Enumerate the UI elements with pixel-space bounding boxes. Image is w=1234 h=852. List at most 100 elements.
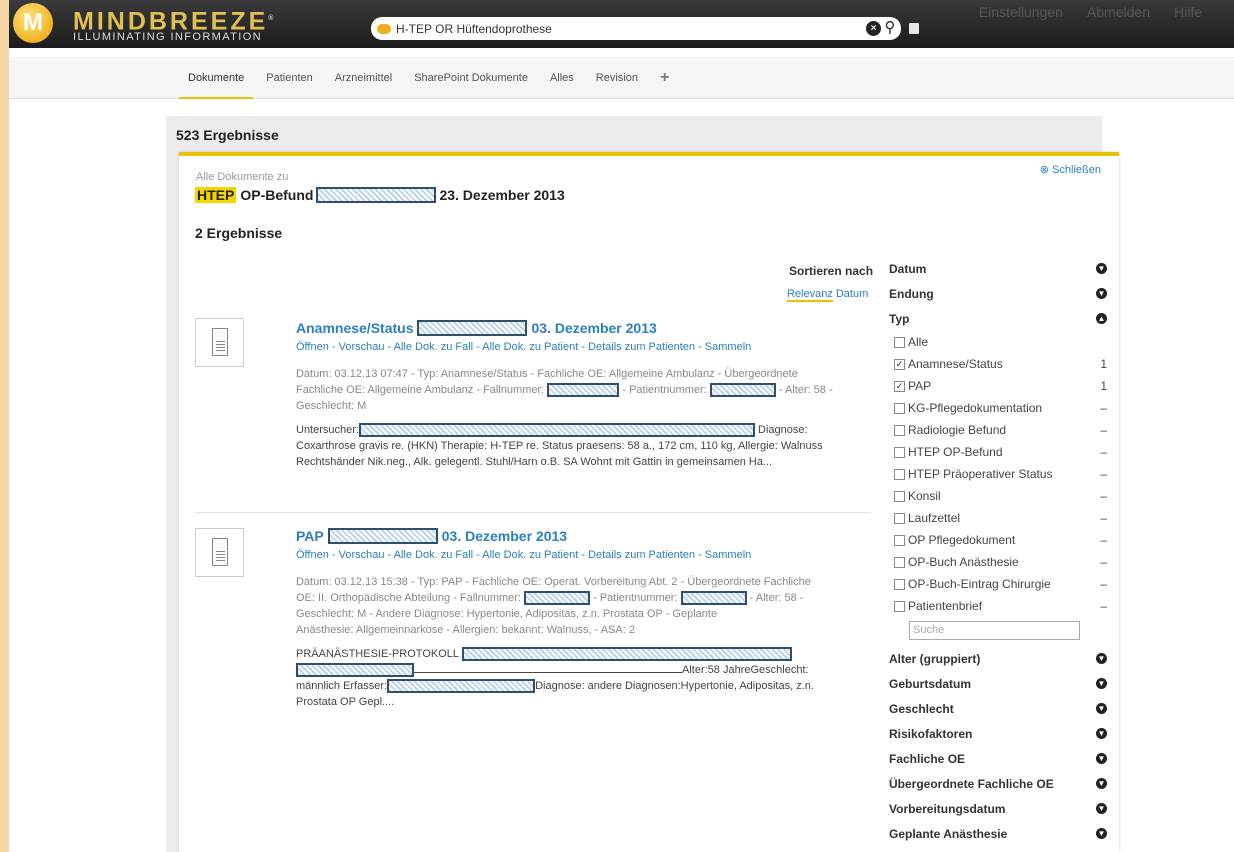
facet-option[interactable]: Alle [889,331,1119,353]
chevron-down-icon[interactable]: ▼ [1096,753,1107,764]
chevron-down-icon[interactable]: ▼ [1096,288,1107,299]
title-highlight: HTEP [195,187,237,203]
facet-header[interactable]: Geburtsdatum ▼ [889,671,1119,696]
meta-text: Fachliche OE: Allgemeine Ambulanz - Fall… [296,384,545,396]
checkbox[interactable] [894,424,905,436]
facet-header[interactable]: Vorbereitungsdatum ▼ [889,796,1119,821]
settings-link[interactable]: Einstellungen [979,4,1063,20]
search-bubble-icon [377,23,391,34]
result-title-b: 03. Dezember 2013 [441,528,568,544]
facet-option[interactable]: KG-Pflegedokumentation – [889,397,1119,419]
facet-option-label: Alle [908,335,929,349]
chevron-up-icon[interactable]: ▲ [1096,313,1107,324]
meta-text: - Patientnummer: [593,592,678,604]
facet-option[interactable]: Konsil – [889,485,1119,507]
snippet-line: PRÄANÄSTHESIE-PROTOKOLL [296,646,856,662]
search-icon[interactable]: ⚲ [881,19,899,37]
tab-alles[interactable]: Alles [541,57,583,99]
checkbox[interactable] [894,534,905,546]
close-button[interactable]: ⊗ Schließen [1040,163,1101,176]
checkbox[interactable]: ✓ [894,380,905,392]
document-thumbnail[interactable] [195,528,244,577]
redacted-value [387,679,536,694]
checkbox[interactable]: ✓ [894,358,905,370]
facet-option[interactable]: HTEP OP-Befund – [889,441,1119,463]
redacted-value [709,383,776,398]
facet-header[interactable]: Alter (gruppiert) ▼ [889,646,1119,671]
facet-option-label: Radiologie Befund [908,423,1007,437]
chevron-down-icon[interactable]: ▼ [1096,653,1107,664]
document-thumbnail[interactable] [195,318,244,367]
checkbox[interactable] [894,402,905,414]
facet-header[interactable]: Risikofaktoren ▼ [889,721,1119,746]
facet-typ[interactable]: Typ ▲ [889,306,1119,331]
snippet-text: PRÄANÄSTHESIE-PROTOKOLL [296,648,459,660]
tab-dokumente[interactable]: Dokumente [179,57,254,99]
help-link[interactable]: Hilfe [1174,4,1202,20]
result-title[interactable]: Anamnese/Status 03. Dezember 2013 [296,320,657,336]
facet-option-label: HTEP OP-Befund [908,445,1003,459]
result-actions[interactable]: Öffnen - Vorschau - Alle Dok. zu Fall - … [296,549,751,561]
snippet-line: Alter:58 JahreGeschlecht: [296,662,856,678]
chevron-down-icon[interactable]: ▼ [1096,263,1107,274]
facet-option[interactable]: OP-Buch-Eintrag Chirurgie – [889,573,1119,595]
facet-option-label: Konsil [908,489,941,503]
close-label: Schließen [1052,164,1101,176]
chevron-down-icon[interactable]: ▼ [1096,678,1107,689]
chevron-down-icon[interactable]: ▼ [1096,703,1107,714]
facet-option[interactable]: Laufzettel – [889,507,1119,529]
checkbox[interactable] [894,336,905,348]
facet-endung[interactable]: Endung ▼ [889,281,1119,306]
logout-link[interactable]: Abmelden [1087,4,1150,20]
checkbox[interactable] [894,556,905,568]
facet-option[interactable]: OP Pflegedokument – [889,529,1119,551]
search-input[interactable]: H-TEP OR Hüftendoprothese × ⚲ [371,17,901,40]
checkbox[interactable] [894,578,905,590]
result-item: PAP 03. Dezember 2013 Öffnen - Vorschau … [195,524,871,764]
chevron-down-icon[interactable]: ▼ [1096,778,1107,789]
facet-option[interactable]: HTEP Präoperativer Status – [889,463,1119,485]
tab-patienten[interactable]: Patienten [257,57,321,99]
more-facets: Alter (gruppiert) ▼ Geburtsdatum ▼ Geschlech… [889,646,1119,846]
sort-datum[interactable]: Datum [836,288,868,300]
facet-option-label: OP-Buch-Eintrag Chirurgie [908,577,1051,591]
result-title[interactable]: PAP 03. Dezember 2013 [296,528,567,544]
facet-option[interactable]: OP-Buch Anästhesie – [889,551,1119,573]
chevron-down-icon[interactable]: ▼ [1096,728,1107,739]
clear-icon[interactable]: × [866,21,881,36]
checkbox[interactable] [894,600,905,612]
sort-relevanz[interactable]: Relevanz [787,288,833,302]
snippet-line: Untersucher: Diagnose: [296,422,856,438]
snippet-line: männlich Erfasser: Diagnose: andere Diagn… [296,678,856,694]
document-icon [212,328,228,356]
add-tab-button[interactable]: + [651,57,678,99]
facet-option-count: – [1100,467,1107,481]
facet-option[interactable]: ✓ PAP 1 [889,375,1119,397]
tab-arzneimittel[interactable]: Arzneimittel [326,57,401,99]
meta-line: Geschlecht: M - Andere Diagnose: Hyperto… [296,608,718,620]
facet-header[interactable]: Fachliche OE ▼ [889,746,1119,771]
checkbox[interactable] [894,512,905,524]
save-icon[interactable] [909,23,919,34]
facet-header[interactable]: Geplante Anästhesie ▼ [889,821,1119,846]
result-actions[interactable]: Öffnen - Vorschau - Alle Dok. zu Fall - … [296,341,751,353]
tab-sharepoint[interactable]: SharePoint Dokumente [405,57,537,99]
facet-option[interactable]: Radiologie Befund – [889,419,1119,441]
facet-header[interactable]: Geschlecht ▼ [889,696,1119,721]
checkbox[interactable] [894,468,905,480]
facet-datum[interactable]: Datum ▼ [889,256,1119,281]
checkbox[interactable] [894,446,905,458]
chevron-down-icon[interactable]: ▼ [1096,803,1107,814]
facet-search-input[interactable]: Suche [909,621,1080,640]
top-bar: M MINDBREEZE® ILLUMINATING INFORMATION H… [9,0,1234,48]
facet-option-count: – [1100,555,1107,569]
facet-option[interactable]: Patientenbrief – [889,595,1119,617]
facet-option-count: 1 [1100,379,1107,393]
chevron-down-icon[interactable]: ▼ [1096,828,1107,839]
checkbox[interactable] [894,490,905,502]
facet-header[interactable]: Übergeordnete Fachliche OE ▼ [889,771,1119,796]
title-part-b: 23. Dezember 2013 [439,187,565,203]
tab-revision[interactable]: Revision [587,57,647,99]
redacted-value [461,647,792,662]
facet-option[interactable]: ✓ Anamnese/Status 1 [889,353,1119,375]
